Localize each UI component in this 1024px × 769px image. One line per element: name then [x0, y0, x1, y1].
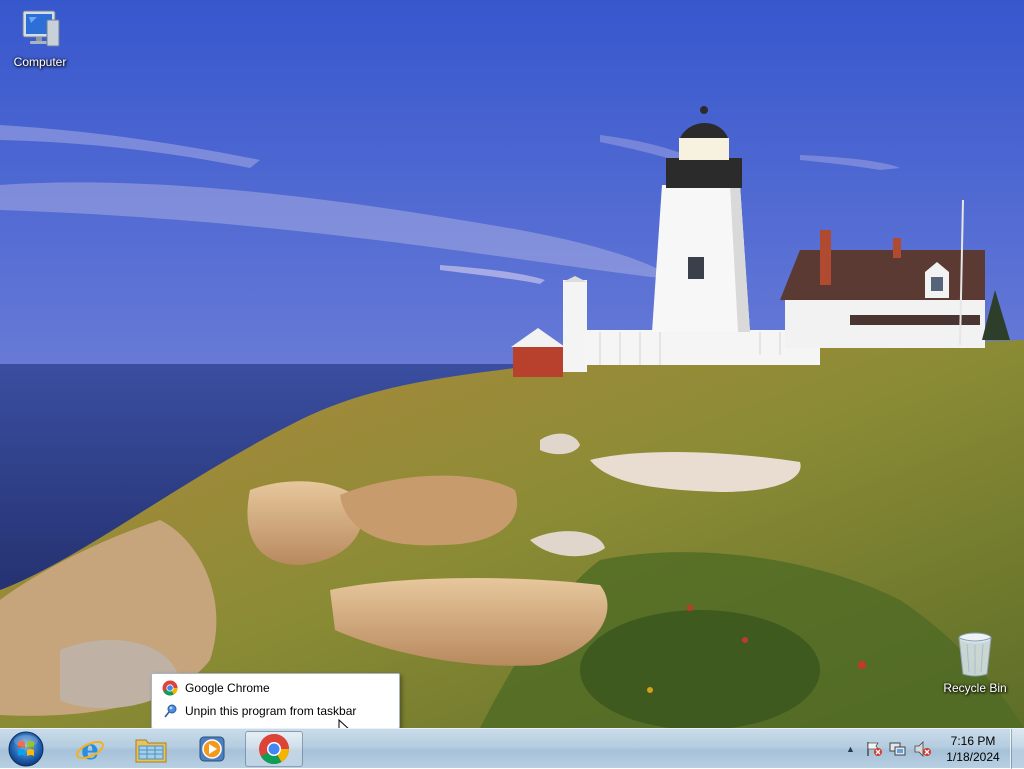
windows-start-orb-icon[interactable]: [6, 730, 46, 768]
action-center-flag-icon[interactable]: [865, 741, 883, 757]
chrome-icon: [259, 734, 289, 765]
desktop-icon-recycle-bin[interactable]: Recycle Bin: [937, 630, 1013, 695]
computer-icon: [22, 10, 60, 47]
taskbar: e ▲ 7:16 PM 1/18/2024: [0, 728, 1024, 769]
clock-date: 1/18/2024: [946, 750, 1000, 764]
volume-muted-icon[interactable]: [914, 741, 932, 757]
taskbar-chrome-button[interactable]: [245, 731, 303, 767]
desktop-wallpaper: [0, 0, 1024, 768]
taskbar-internet-explorer-button[interactable]: e: [62, 731, 118, 767]
desktop-icon-label: Computer: [13, 55, 67, 69]
system-clock[interactable]: 7:16 PM 1/18/2024: [938, 733, 1008, 765]
jumplist-item-unpin[interactable]: Unpin this program from taskbar: [154, 700, 397, 722]
jumplist-item-label: Google Chrome: [185, 681, 270, 695]
notification-area: ▲ 7:16 PM 1/18/2024: [838, 729, 1024, 769]
clock-time: 7:16 PM: [950, 734, 996, 748]
jumplist-item-label: Unpin this program from taskbar: [185, 704, 357, 718]
file-explorer-icon: [135, 739, 167, 763]
desktop-icon-label: Recycle Bin: [943, 681, 1007, 695]
media-player-icon: [199, 736, 225, 762]
show-hidden-icons-chevron-icon[interactable]: ▲: [846, 744, 855, 754]
recycle-bin-icon: [958, 632, 992, 677]
svg-text:e: e: [81, 734, 99, 764]
unpin-icon: [164, 704, 177, 718]
taskbar-jump-list: Google Chrome Unpin this program from ta…: [151, 673, 400, 729]
jumplist-item-open-chrome[interactable]: Google Chrome: [154, 677, 397, 699]
network-icon[interactable]: [889, 741, 907, 757]
chrome-icon: [162, 680, 178, 696]
internet-explorer-icon: e: [76, 734, 104, 764]
taskbar-windows-explorer-button[interactable]: [123, 731, 179, 767]
taskbar-media-player-button[interactable]: [184, 731, 240, 767]
show-desktop-button[interactable]: [1010, 729, 1024, 769]
desktop-icon-computer[interactable]: Computer: [2, 8, 78, 69]
